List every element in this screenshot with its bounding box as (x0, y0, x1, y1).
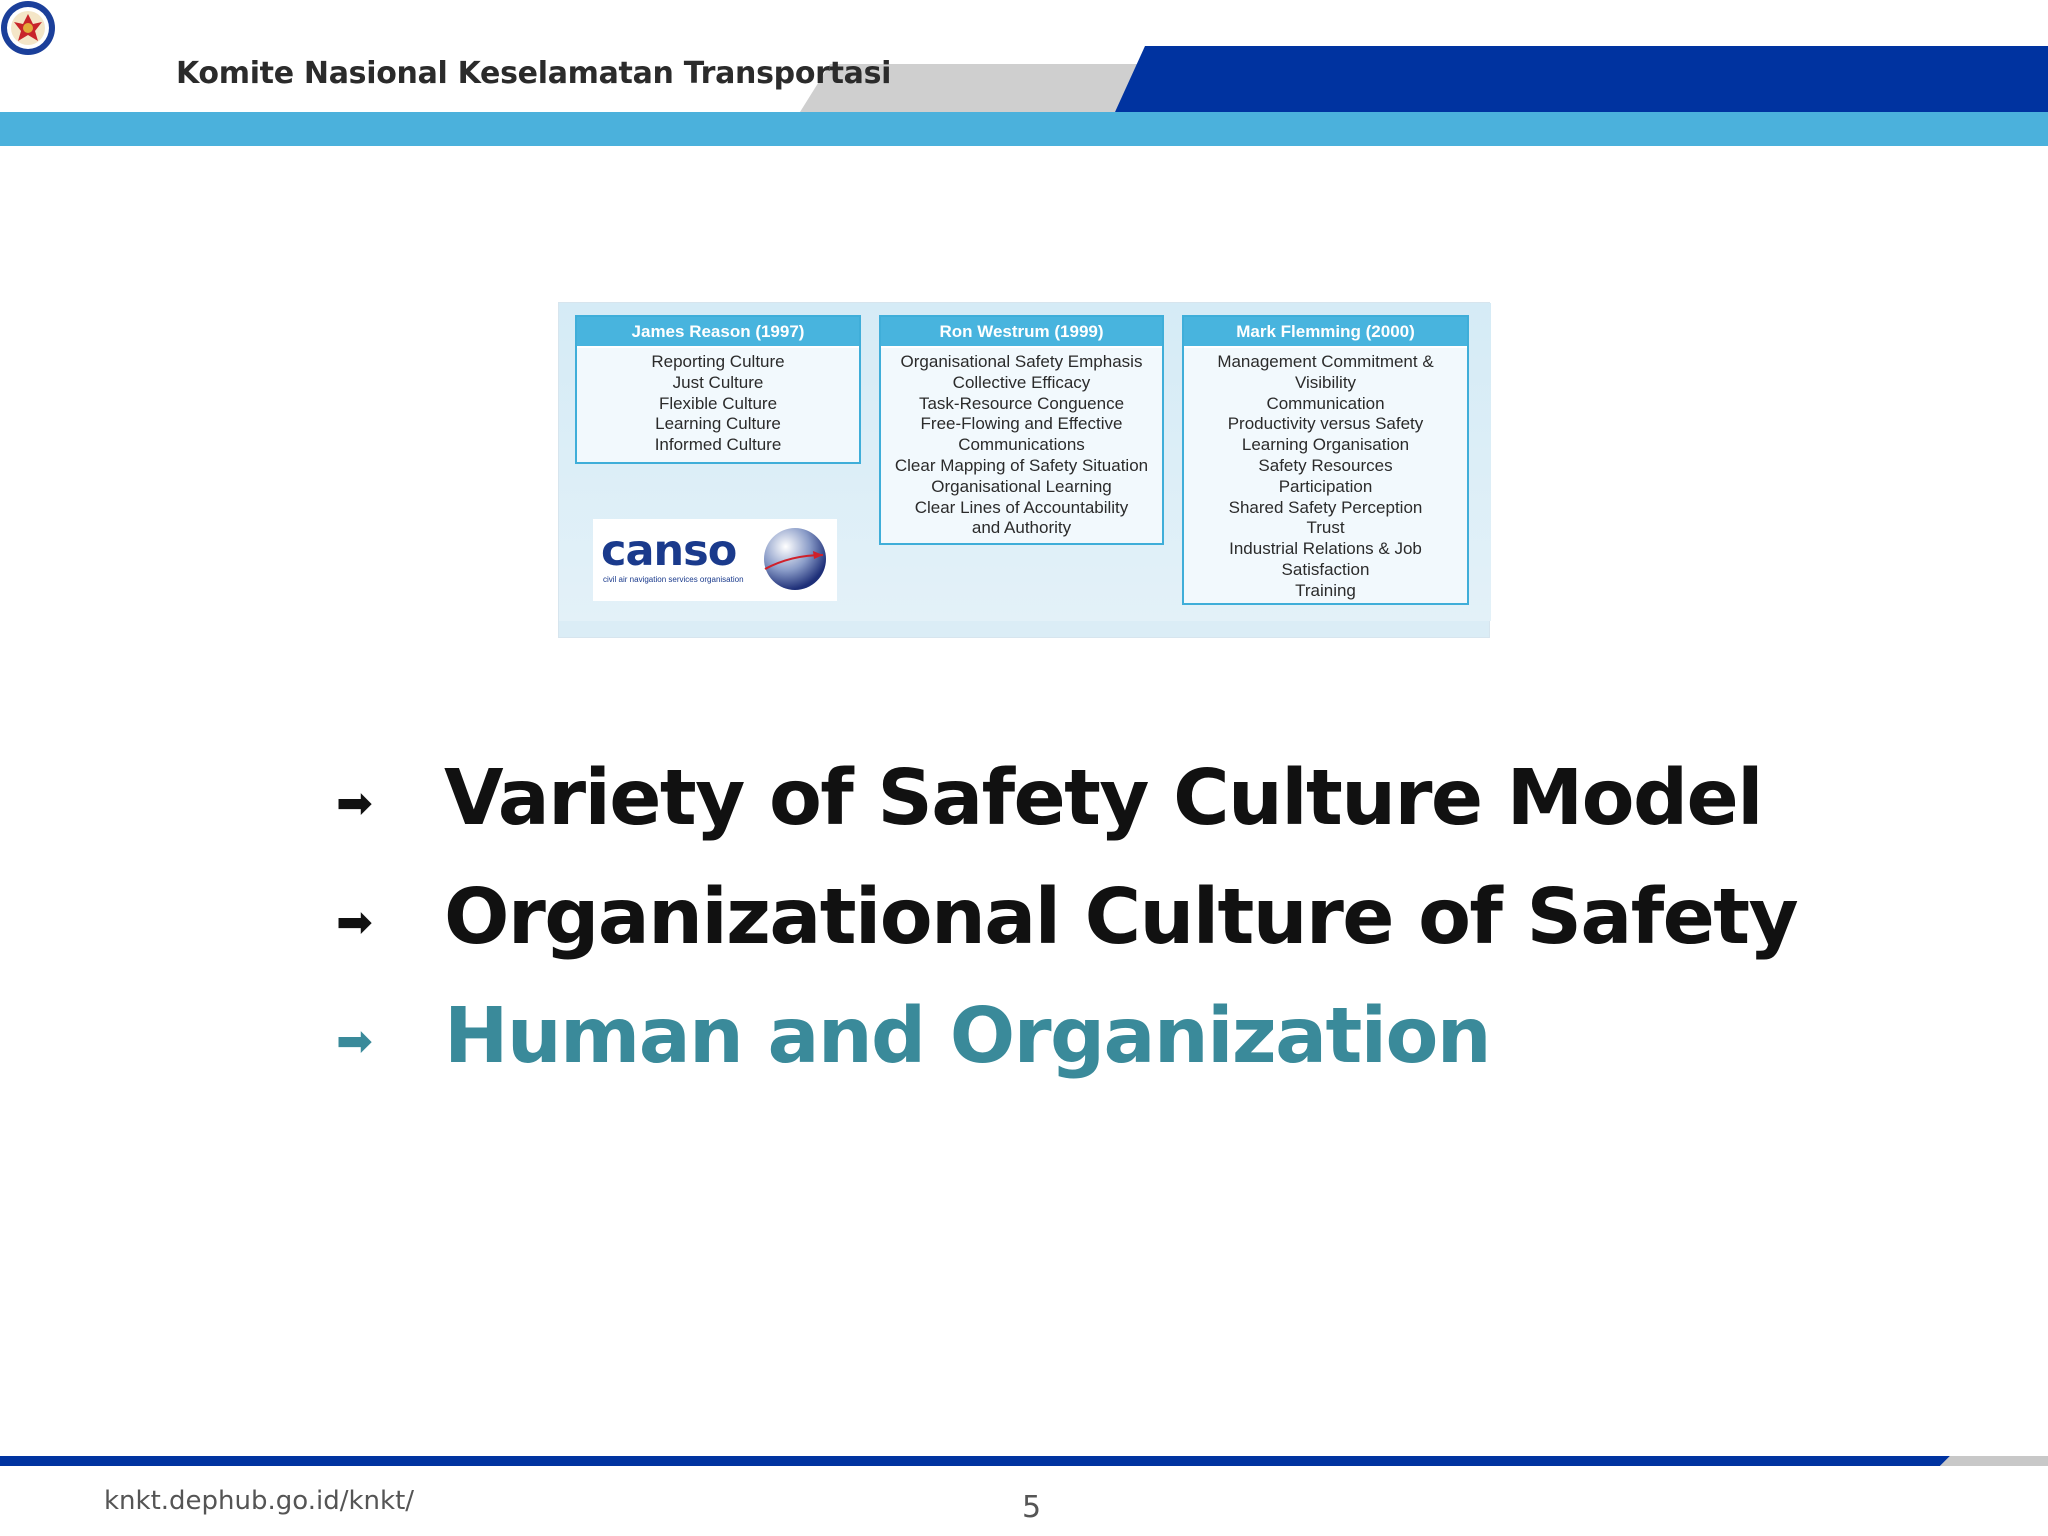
arrow-icon: ➡ (336, 778, 373, 829)
list-item: Informed Culture (654, 435, 782, 455)
list-item: Communication (1266, 393, 1385, 413)
list-item: Visibility (1294, 372, 1357, 392)
list-item: and Authority (971, 518, 1072, 538)
canso-logo: canso civil air navigation services orga… (593, 519, 837, 601)
list-item: Learning Organisation (1241, 435, 1410, 455)
list-item: Industrial Relations & Job (1229, 539, 1422, 559)
bullet-text: Human and Organization (444, 992, 1492, 1081)
model-column-reason: James Reason (1997) Reporting Culture Ju… (575, 315, 861, 464)
page-number: 5 (1022, 1490, 1042, 1525)
list-item: Task-Resource Conguence (918, 393, 1125, 413)
list-item: Reporting Culture (651, 352, 785, 371)
column-title: James Reason (1997) (577, 317, 859, 348)
list-item: Training (1295, 580, 1356, 600)
arrow-icon: ➡ (336, 897, 373, 948)
canso-tagline: civil air navigation services organisati… (603, 575, 744, 584)
list-item: Clear Mapping of Safety Situation (894, 455, 1149, 475)
list-item: Clear Lines of Accountability (914, 497, 1129, 517)
globe-icon (764, 528, 826, 590)
slide-header: Komite Nasional Keselamatan Transportasi (0, 0, 2048, 148)
list-item: Collective Efficacy (952, 372, 1091, 392)
list-item: Safety Resources (1258, 455, 1393, 475)
list-item: Just Culture (672, 372, 764, 392)
bullet-text: Variety of Safety Culture Model (444, 754, 1764, 843)
organization-name: Komite Nasional Keselamatan Transportasi (176, 56, 892, 91)
list-item: Free-Flowing and Effective (920, 414, 1123, 434)
list-item: Organisational Learning (931, 476, 1112, 496)
column-title: Mark Flemming (2000) (1184, 317, 1467, 348)
list-item: Flexible Culture (658, 393, 778, 413)
model-column-flemming: Mark Flemming (2000) Management Commitme… (1182, 315, 1469, 605)
list-item: Communications (958, 435, 1085, 455)
canso-wordmark: canso (601, 526, 737, 576)
garuda-emblem-icon (1, 1, 55, 55)
list-item: Organisational Safety Emphasis (900, 352, 1143, 371)
safety-culture-models-figure: James Reason (1997) Reporting Culture Ju… (558, 302, 1491, 638)
column-title: Ron Westrum (1999) (881, 317, 1162, 348)
list-item: Learning Culture (655, 414, 781, 434)
list-item: Trust (1306, 518, 1345, 538)
column-items: Management Commitment & Visibility Commu… (1184, 348, 1467, 602)
list-item: Shared Safety Perception (1228, 497, 1423, 517)
column-items: Organisational Safety Emphasis Collectiv… (881, 348, 1162, 539)
list-item: Productivity versus Safety (1227, 414, 1424, 434)
bullet-text: Organizational Culture of Safety (444, 873, 1799, 962)
footer-band (0, 1456, 2048, 1466)
list-item: Satisfaction (1281, 559, 1370, 579)
footer-url: knkt.dephub.go.id/knkt/ (104, 1486, 415, 1516)
list-item: Management Commitment & (1217, 352, 1434, 371)
model-column-westrum: Ron Westrum (1999) Organisational Safety… (879, 315, 1164, 545)
arrow-icon: ➡ (336, 1016, 373, 1067)
column-items: Reporting Culture Just Culture Flexible … (577, 348, 859, 456)
list-item: Participation (1278, 476, 1373, 496)
